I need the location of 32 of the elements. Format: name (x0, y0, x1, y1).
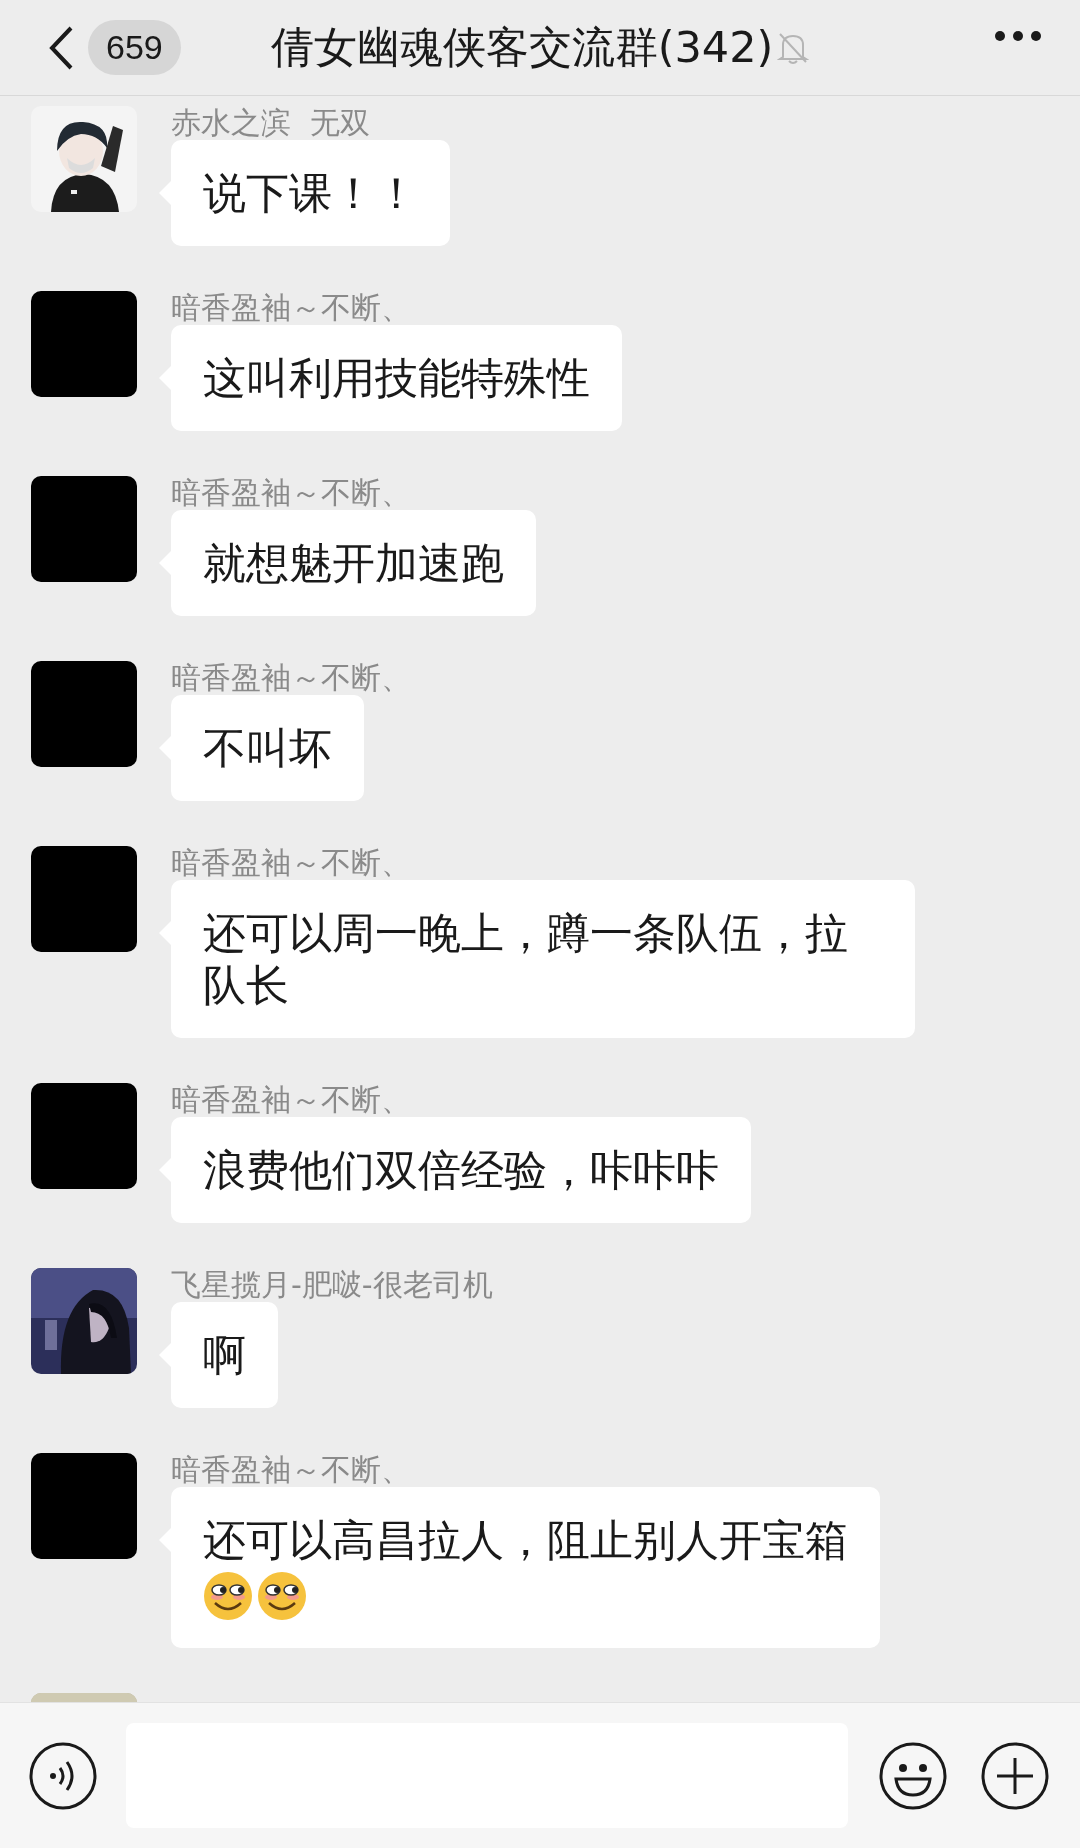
sender-name: 暗香盈袖～不断、 (171, 291, 411, 325)
smirk-emoji-icon (203, 1570, 253, 1621)
add-icon[interactable] (980, 1740, 1050, 1811)
sender-name: 暗香盈袖～不断、 (171, 476, 411, 510)
back-button[interactable]: 659 (0, 19, 187, 76)
message-bubble[interactable]: 啊 (157, 1302, 278, 1408)
sender-name: 赤水之滨 无双 (171, 106, 371, 140)
emoji-icon[interactable] (878, 1740, 949, 1811)
message-bubble[interactable]: 说下课！！ (157, 140, 450, 246)
more-icon[interactable] (994, 30, 1042, 42)
message-bubble[interactable]: 浪费他们双倍经验，咔咔咔 (157, 1117, 751, 1223)
avatar[interactable] (31, 476, 137, 582)
message-bubble[interactable]: 就想魅开加速跑 (157, 510, 536, 616)
message-bubble[interactable]: 还可以周一晚上，蹲一条队伍，拉队长 (157, 880, 915, 1038)
sender-name: 暗香盈袖～不断、 (171, 1453, 411, 1487)
avatar[interactable] (31, 846, 137, 952)
sender-name: 飞星揽月-肥啵-很老司机 (171, 1268, 493, 1302)
avatar[interactable] (31, 661, 137, 767)
sender-name: 暗香盈袖～不断、 (171, 661, 411, 695)
message-bubble[interactable]: 还可以高昌拉人，阻止别人开宝箱 (157, 1487, 880, 1648)
avatar[interactable] (31, 291, 137, 397)
sender-name: 暗香盈袖～不断、 (171, 1083, 411, 1117)
chat-title: 倩女幽魂侠客交流群(342) (270, 20, 774, 74)
sender-name: 暗香盈袖～不断、 (171, 846, 411, 880)
avatar[interactable] (31, 1453, 137, 1559)
message-bubble[interactable]: 这叫利用技能特殊性 (157, 325, 622, 431)
smirk-emoji-icon (257, 1570, 307, 1621)
message-bubble[interactable]: 不叫坏 (157, 695, 364, 801)
avatar[interactable] (31, 1083, 137, 1189)
voice-icon[interactable] (28, 1740, 98, 1811)
back-icon (48, 24, 74, 71)
unread-count: 659 (88, 20, 181, 75)
